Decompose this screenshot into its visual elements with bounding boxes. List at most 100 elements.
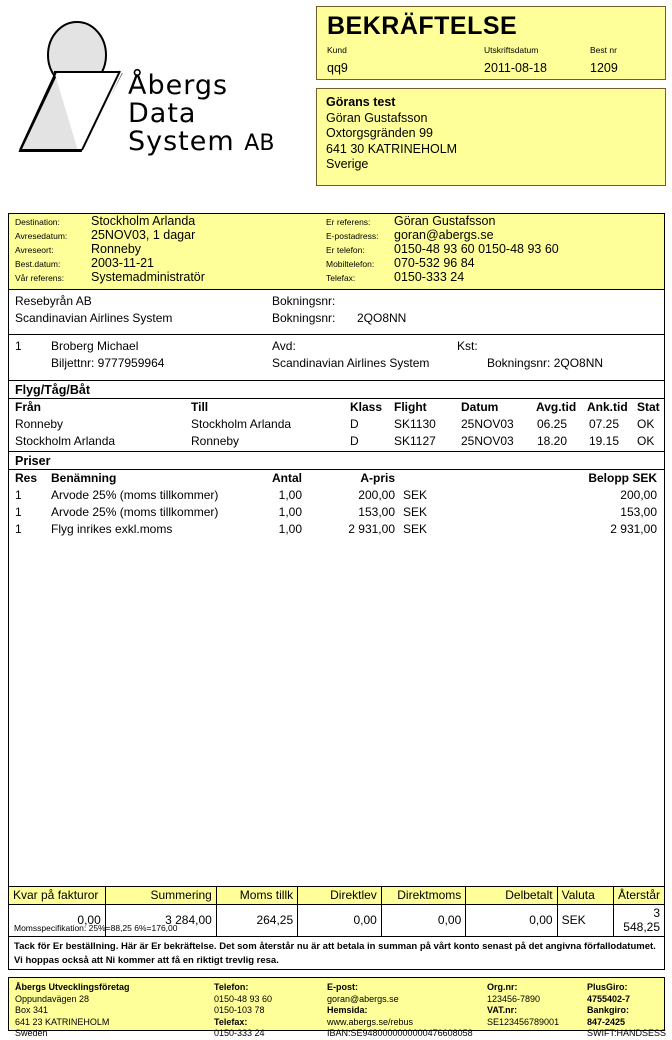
price-col-apris: A-pris xyxy=(360,471,395,485)
trip-label-var-referens: Vår referens: xyxy=(15,273,65,283)
passenger-ticket: Biljettnr: 9777959964 xyxy=(51,356,165,370)
customer-address-box: Görans test Göran Gustafsson Oxtorgsgrän… xyxy=(316,88,666,186)
footer-company-box: Box 341 xyxy=(15,1005,49,1015)
price-col-antal: Antal xyxy=(272,471,302,485)
summary-head-aterstar: Återstår xyxy=(612,886,666,905)
footer-column-registration: Org.nr: 123456-7890 VAT.nr: SE1234567890… xyxy=(487,982,559,1028)
trip-details-band: Destination: Avresedatum: Avreseort: Bes… xyxy=(9,214,664,290)
vat-specification: Momsspecifikation: 25%=88,25 6%=176,00 xyxy=(8,921,665,937)
trip-value-mobiltelefon: 070-532 96 84 xyxy=(394,256,475,270)
trip-value-er-referens: Göran Gustafsson xyxy=(394,214,496,228)
flight-cell-klass: D xyxy=(350,417,359,431)
passenger-block: 1 Broberg Michael Avd: Kst: Biljettnr: 9… xyxy=(9,335,664,381)
agency-name-2: Scandinavian Airlines System xyxy=(15,311,173,325)
flight-table-row: Stockholm Arlanda Ronneby D SK1127 25NOV… xyxy=(9,434,664,451)
footer-bankgiro-value: 847-2425 xyxy=(587,1016,626,1027)
customer-street: Oxtorgsgränden 99 xyxy=(326,126,434,140)
price-cell-apris: 2 931,00 xyxy=(348,522,395,536)
agency-booking-label-2: Bokningsnr: xyxy=(272,311,336,325)
flight-cell-fran: Ronneby xyxy=(15,417,64,431)
flight-col-datum: Datum xyxy=(461,400,499,414)
price-table: Res Benämning Antal A-pris Belopp SEK 1 … xyxy=(9,470,664,896)
logo-suffix: AB xyxy=(244,131,275,157)
price-cell-belopp: 2 931,00 xyxy=(610,522,657,536)
footer-phone-label: Telefon: xyxy=(214,982,249,992)
flight-col-klass: Klass xyxy=(350,400,383,414)
flight-cell-datum: 25NOV03 xyxy=(461,417,514,431)
customer-city: 641 30 KATRINEHOLM xyxy=(326,141,458,156)
footer-fax-number: 0150-333 24 xyxy=(214,1028,265,1038)
footer-email-value: goran@abergs.se xyxy=(327,993,399,1004)
trip-label-avreseort: Avreseort: xyxy=(15,245,54,255)
document-title-box: BEKRÄFTELSE Kund Utskriftsdatum Best nr … xyxy=(316,6,666,80)
section-title-prices: Priser xyxy=(15,454,51,468)
trip-label-bestdatum: Best.datum: xyxy=(15,259,61,269)
price-col-res: Res xyxy=(15,471,38,485)
price-cell-currency: SEK xyxy=(403,505,428,519)
header-labels-row: Kund Utskriftsdatum Best nr xyxy=(327,45,657,61)
price-cell-currency: SEK xyxy=(403,488,428,502)
label-bestnr: Best nr xyxy=(590,45,617,55)
agency-booking-label-1: Bokningsnr: xyxy=(272,294,336,308)
footer-plusgiro-value: 4755402-7 xyxy=(587,993,631,1004)
price-table-row: 1 Flyg inrikes exkl.moms 1,00 2 931,00 S… xyxy=(9,522,664,539)
trip-value-avreseort: Ronneby xyxy=(91,242,142,256)
flight-cell-fran: Stockholm Arlanda xyxy=(15,434,116,448)
price-col-belopp: Belopp SEK xyxy=(588,471,657,485)
footer-bankgiro-label: Bankgiro: xyxy=(587,1005,630,1015)
price-cell-benamning: Flyg inrikes exkl.moms xyxy=(51,522,173,536)
header-values-row: qq9 2011-08-18 1209 xyxy=(327,61,657,79)
value-bestnr: 1209 xyxy=(590,61,618,75)
price-cell-currency: SEK xyxy=(403,522,428,536)
footer-company-street: Oppundavägen 28 xyxy=(15,993,90,1004)
customer-country: Sverige xyxy=(326,157,369,171)
price-cell-benamning: Arvode 25% (moms tillkommer) xyxy=(51,488,219,502)
page-title: BEKRÄFTELSE xyxy=(327,12,518,40)
footer-company-city: 641 23 KATRINEHOLM xyxy=(15,1016,110,1027)
trip-value-er-telefon: 0150-48 93 60 0150-48 93 60 xyxy=(394,242,559,256)
flight-cell-flight: SK1127 xyxy=(394,434,436,448)
price-cell-res: 1 xyxy=(15,505,22,519)
price-cell-res: 1 xyxy=(15,522,22,536)
summary-head-direktmoms: Direktmoms xyxy=(380,886,467,905)
passenger-booking: Bokningsnr: 2QO8NN xyxy=(487,356,604,370)
footer-column-phone: Telefon: 0150-48 93 60 0150-103 78 Telef… xyxy=(214,982,272,1040)
footer-swift: SWIFT:HANDSESS xyxy=(587,1028,667,1038)
price-cell-belopp: 200,00 xyxy=(620,488,657,502)
footer-orgnr-value: 123456-7890 xyxy=(487,993,541,1004)
price-table-header-row: Res Benämning Antal A-pris Belopp SEK xyxy=(9,471,664,488)
trip-label-telefax: Telefax: xyxy=(326,273,356,283)
price-col-benamning: Benämning xyxy=(51,471,117,485)
price-cell-res: 1 xyxy=(15,488,22,502)
flight-col-flight: Flight xyxy=(394,400,427,414)
footer-column-banking: PlusGiro: 4755402-7 Bankgiro: 847-2425 S… xyxy=(587,982,666,1040)
flight-col-stat: Stat xyxy=(637,400,660,414)
passenger-supplier: Scandinavian Airlines System xyxy=(272,356,430,370)
logo-wordmark: Åbergs Data System AB xyxy=(128,70,275,157)
footer-fax-label: Telefax: xyxy=(214,1016,248,1027)
price-cell-apris: 200,00 xyxy=(358,488,395,502)
summary-head-summering: Summering xyxy=(104,886,217,905)
footer-vatnr-value: SE123456789001 xyxy=(487,1016,560,1027)
flight-table-row: Ronneby Stockholm Arlanda D SK1130 25NOV… xyxy=(9,417,664,434)
section-bar-prices: Priser xyxy=(9,452,664,470)
footer-iban: IBAN:SE9480000000000476608058 xyxy=(327,1028,473,1038)
footer-column-company: Åbergs Utvecklingsföretag Oppundavägen 2… xyxy=(15,982,130,1040)
agency-name-1: Resebyrån AB xyxy=(15,294,92,308)
summary-head-direktlev: Direktlev xyxy=(297,886,382,905)
flight-cell-avgtid: 18.20 xyxy=(537,434,568,448)
thank-you-message: Tack för Er beställning. Här är Er bekrä… xyxy=(8,937,665,970)
summary-head-moms-tillk: Moms tillk xyxy=(215,886,299,905)
price-cell-belopp: 153,00 xyxy=(620,505,657,519)
trip-label-er-telefon: Er telefon: xyxy=(326,245,365,255)
flight-col-till: Till xyxy=(191,400,209,414)
logo-line-1: Åbergs xyxy=(128,70,229,101)
section-bar-travel: Flyg/Tåg/Båt xyxy=(9,381,664,399)
footer-email-label: E-post: xyxy=(327,982,358,992)
flight-cell-flight: SK1130 xyxy=(394,417,436,431)
flight-cell-datum: 25NOV03 xyxy=(461,434,514,448)
footer-website-label: Hemsida: xyxy=(327,1005,368,1015)
price-cell-apris: 153,00 xyxy=(358,505,395,519)
flight-table-header-row: Från Till Klass Flight Datum Avg.tid Ank… xyxy=(9,400,664,417)
trip-label-epostadress: E-postadress: xyxy=(326,231,379,241)
